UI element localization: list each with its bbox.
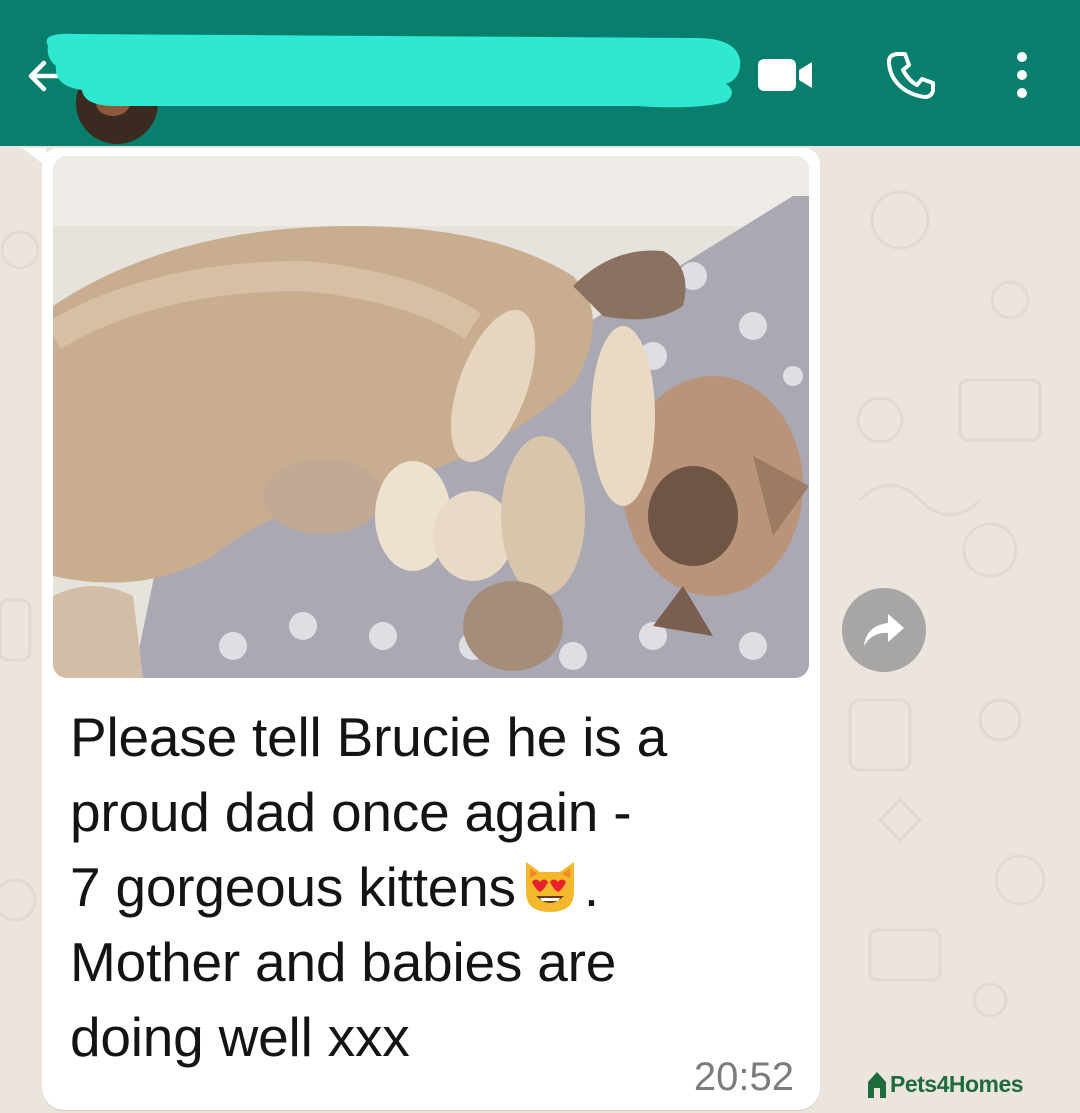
message-line: proud dad once again -: [70, 781, 632, 843]
message-line: Mother and babies are: [70, 931, 617, 993]
forward-button[interactable]: [842, 588, 926, 672]
share-forward-icon: [864, 614, 904, 646]
watermark: Pets4Homes: [864, 1064, 1024, 1104]
message-line-with-emoji: 7 gorgeous kittens .: [70, 850, 790, 925]
message-line-text: 7 gorgeous kittens: [70, 856, 516, 918]
cat-with-kittens-image: [53, 156, 809, 678]
message-line: Please tell Brucie he is a: [70, 706, 668, 768]
contact-name-redaction: [46, 33, 741, 108]
message-text: Please tell Brucie he is a proud dad onc…: [70, 700, 790, 1075]
watermark-text: Pets4Homes: [890, 1070, 1024, 1097]
smiling-cat-heart-eyes-emoji: [525, 862, 574, 912]
message-line: doing well xxx: [70, 1006, 410, 1068]
message-timestamp: 20:52: [693, 1055, 794, 1099]
incoming-message-bubble[interactable]: Please tell Brucie he is a proud dad onc…: [42, 148, 820, 1110]
video-camera-icon[interactable]: [758, 56, 814, 94]
message-period: .: [583, 856, 599, 918]
chat-header: [0, 0, 1080, 146]
phone-icon[interactable]: [886, 50, 936, 100]
pets4homes-logo-icon: [868, 1072, 886, 1098]
message-photo[interactable]: [53, 156, 809, 678]
more-vertical-icon[interactable]: [1008, 50, 1036, 100]
